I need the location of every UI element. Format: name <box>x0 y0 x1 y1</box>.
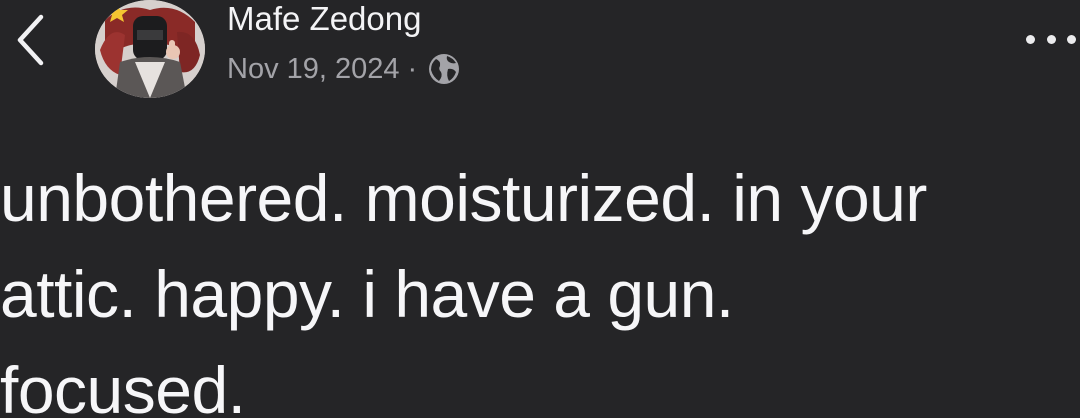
post-meta: Nov 19, 2024 · <box>227 50 461 88</box>
post-text-line: attic. happy. i have a gun. <box>0 257 734 331</box>
author-name[interactable]: Mafe Zedong <box>227 0 421 38</box>
post-text: unbothered. moisturized. in your attic. … <box>0 150 1080 418</box>
avatar[interactable] <box>95 0 205 98</box>
more-horizontal-icon-dot <box>1046 34 1056 44</box>
more-options-button[interactable] <box>1026 24 1076 54</box>
avatar-image <box>95 0 205 98</box>
globe-icon <box>427 52 461 86</box>
more-horizontal-icon-dot <box>1067 34 1076 44</box>
chevron-left-icon <box>17 14 44 66</box>
more-horizontal-icon <box>1026 34 1035 44</box>
post-text-line: focused. <box>0 353 246 418</box>
post-screen: Mafe Zedong Nov 19, 2024 · unbothered. m… <box>0 0 1080 418</box>
back-button[interactable] <box>8 8 52 72</box>
post-date[interactable]: Nov 19, 2024 <box>227 53 400 86</box>
meta-separator: · <box>407 52 418 85</box>
post-text-line: unbothered. moisturized. in your <box>0 161 927 235</box>
